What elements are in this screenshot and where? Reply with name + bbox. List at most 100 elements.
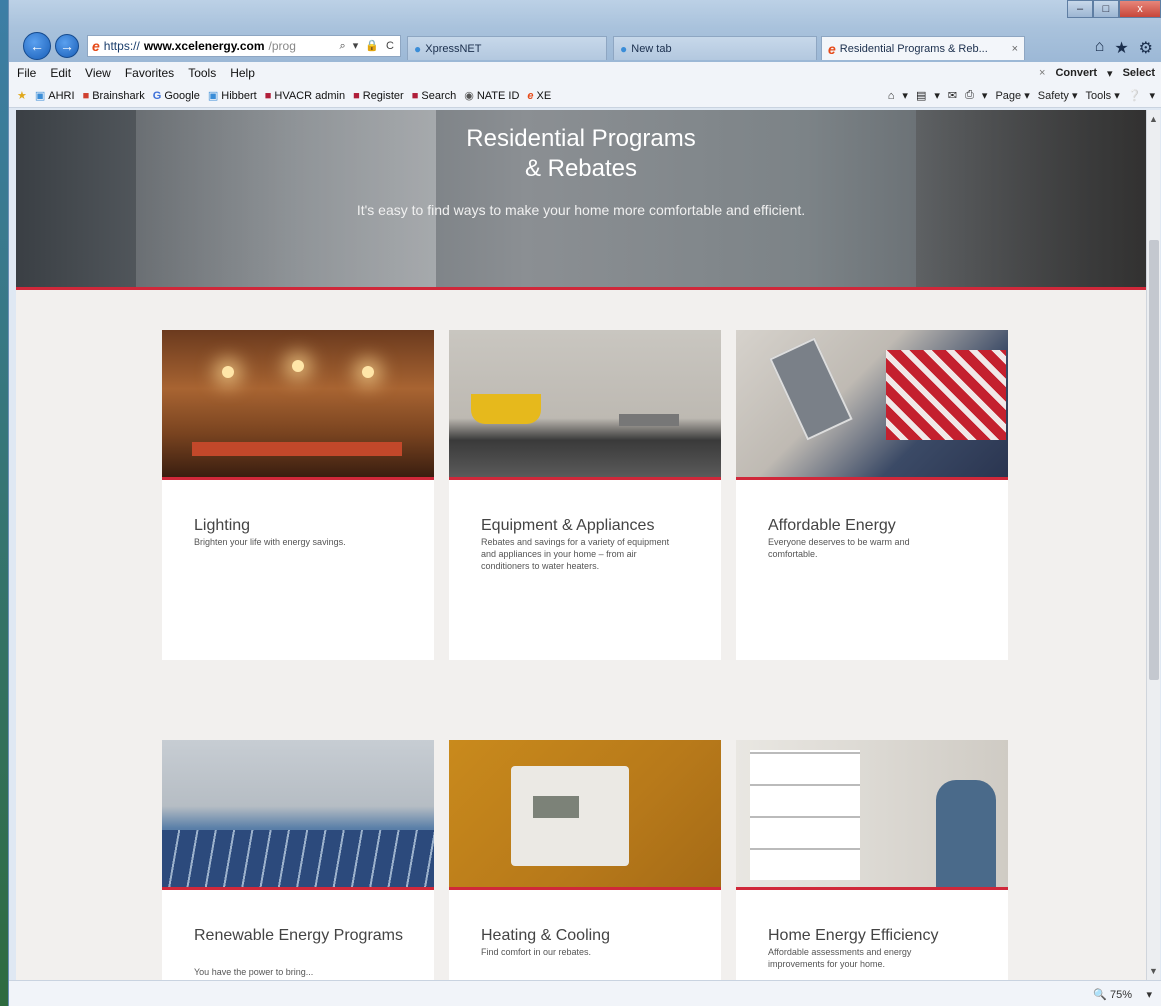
sofa-shape [192, 442, 402, 456]
close-window-button[interactable]: x [1119, 0, 1161, 18]
card-description: Everyone deserves to be warm and comfort… [768, 537, 910, 559]
favorites-star-icon[interactable]: ★ [1114, 38, 1128, 58]
home-icon[interactable]: ⌂ [888, 90, 895, 102]
browser-right-icons: ⌂ ★ ⚙ [1095, 38, 1153, 58]
vertical-scrollbar[interactable]: ▲ ▼ [1146, 110, 1160, 980]
fav-nate-id[interactable]: ◉ NATE ID [464, 89, 520, 103]
zoom-level[interactable]: 🔍 75% [1093, 988, 1132, 1001]
maximize-button[interactable]: □ [1093, 0, 1119, 18]
fav-google[interactable]: G Google [153, 90, 200, 102]
bookmark-icon: ■ [353, 89, 360, 102]
page-title-line2: & Rebates [524, 155, 638, 182]
ie-site-icon: e [527, 89, 534, 102]
forward-button[interactable]: → [55, 34, 79, 58]
feeds-dropdown-icon[interactable]: ▾ [934, 89, 940, 102]
menu-right-tools: × Convert ▾ Select [1039, 67, 1161, 80]
card-title: Renewable Energy Programs [194, 927, 403, 944]
fav-label: Register [362, 89, 404, 102]
card-description: Brighten your life with energy savings. [194, 537, 346, 547]
tab-close-icon[interactable]: × [1012, 43, 1018, 55]
brainshark-icon: ■ [82, 89, 90, 102]
card-lighting[interactable]: Lighting Brighten your life with energy … [162, 330, 434, 660]
fav-search[interactable]: ■ Search [412, 90, 457, 102]
home-dropdown-icon[interactable]: ▾ [902, 89, 908, 102]
close-toolbar-icon[interactable]: × [1039, 67, 1045, 79]
minimize-button[interactable]: – [1067, 0, 1093, 18]
tab-new-tab[interactable]: ● New tab [613, 36, 817, 60]
mail-icon[interactable]: ✉ [948, 89, 957, 102]
card-description: Affordable assessments and energy improv… [768, 947, 912, 969]
scroll-thumb[interactable] [1149, 240, 1159, 680]
bookshelf-shape [750, 750, 860, 880]
globe-icon: ● [414, 41, 422, 56]
print-dropdown-icon[interactable]: ▾ [982, 89, 988, 102]
zoom-dropdown-icon[interactable]: ▾ [1146, 988, 1152, 1001]
card-description: You have the power to bring... [194, 967, 314, 977]
people-shape [936, 780, 996, 887]
feeds-icon[interactable]: ▤ [916, 89, 926, 102]
lighting-image [162, 330, 434, 480]
status-bar: 🔍 75% ▾ [9, 980, 1161, 1006]
menu-help[interactable]: Help [230, 66, 255, 80]
card-affordable-energy[interactable]: Affordable Energy Everyone deserves to b… [736, 330, 1008, 660]
stove-image [449, 330, 721, 480]
favorites-star-icon[interactable]: ★ [17, 89, 27, 102]
lamp-icon [292, 360, 304, 372]
address-tools[interactable]: ⌕ ▾ 🔒 C [340, 39, 401, 53]
gear-icon[interactable]: ⚙ [1139, 38, 1153, 58]
page-title-line1: Residential Programs [466, 125, 696, 152]
convert-dropdown-icon[interactable]: ▾ [1107, 67, 1113, 80]
fav-brainshark[interactable]: ■ Brainshark [83, 90, 145, 102]
back-button[interactable]: ← [23, 32, 51, 60]
fav-hvacr-admin[interactable]: ■ HVACR admin [265, 90, 345, 102]
fav-hibbert[interactable]: ▣ Hibbert [207, 89, 257, 103]
solar-panels-image [162, 740, 434, 890]
fav-register[interactable]: ■ Register [353, 90, 404, 102]
menu-favorites[interactable]: Favorites [125, 66, 174, 80]
help-icon[interactable]: ❔ [1128, 89, 1142, 102]
bookmark-icon: ■ [264, 89, 272, 102]
fav-label: NATE ID [476, 89, 520, 102]
google-icon: G [152, 89, 162, 102]
url-scheme: https:// [103, 39, 140, 53]
page-icon: ▣ [34, 90, 46, 102]
card-renewable-energy[interactable]: Renewable Energy Programs You have the p… [162, 740, 434, 980]
menu-view[interactable]: View [85, 66, 111, 80]
card-equipment-appliances[interactable]: Equipment & Appliances Rebates and savin… [449, 330, 721, 660]
tab-xpressnet[interactable]: ● XpressNET [407, 36, 607, 60]
back-arrow-icon: ← [30, 38, 44, 54]
page-viewport: Residential Programs & Rebates It's easy… [16, 110, 1146, 980]
fav-label: Hibbert [221, 89, 257, 102]
tab-residential-programs[interactable]: e Residential Programs & Reb... × [821, 36, 1025, 60]
safety-menu[interactable]: Safety ▾ [1038, 89, 1078, 102]
ie-site-icon: e [828, 40, 836, 57]
fav-ahri[interactable]: ▣ AHRI [34, 89, 75, 103]
card-home-energy-efficiency[interactable]: Home Energy Efficiency Affordable assess… [736, 740, 1008, 980]
menu-edit[interactable]: Edit [50, 66, 71, 80]
address-bar[interactable]: e https:// www.xcelenergy.com /prog ⌕ ▾ … [87, 35, 401, 57]
tab-label: XpressNET [425, 42, 482, 55]
fav-xe[interactable]: e XE [527, 90, 551, 102]
tablet-shape [769, 337, 853, 441]
scroll-down-icon[interactable]: ▼ [1149, 966, 1158, 976]
menu-file[interactable]: File [17, 66, 36, 80]
window-controls: – □ x [1067, 0, 1161, 18]
card-title: Heating & Cooling [481, 927, 610, 944]
fav-label: Google [164, 89, 200, 102]
title-bar: – □ x ← → e https:// www.xcelenergy.com … [9, 0, 1161, 62]
card-heating-cooling[interactable]: Heating & Cooling Find comfort in our re… [449, 740, 721, 980]
page-menu[interactable]: Page ▾ [995, 89, 1029, 102]
fav-label: XE [536, 89, 552, 102]
print-icon[interactable]: ⎙ [965, 89, 974, 102]
page-subtitle: It's easy to find ways to make your home… [356, 202, 806, 218]
help-dropdown-icon[interactable]: ▾ [1149, 89, 1155, 102]
home-icon[interactable]: ⌂ [1095, 38, 1105, 58]
page-icon: ▣ [207, 90, 219, 102]
menu-tools[interactable]: Tools [188, 66, 216, 80]
select-button[interactable]: Select [1123, 67, 1155, 79]
tools-menu[interactable]: Tools ▾ [1086, 89, 1120, 102]
scroll-up-icon[interactable]: ▲ [1149, 114, 1158, 124]
convert-button[interactable]: Convert [1055, 67, 1097, 79]
lamp-icon [362, 366, 374, 378]
couple-living-room-image [736, 740, 1008, 890]
